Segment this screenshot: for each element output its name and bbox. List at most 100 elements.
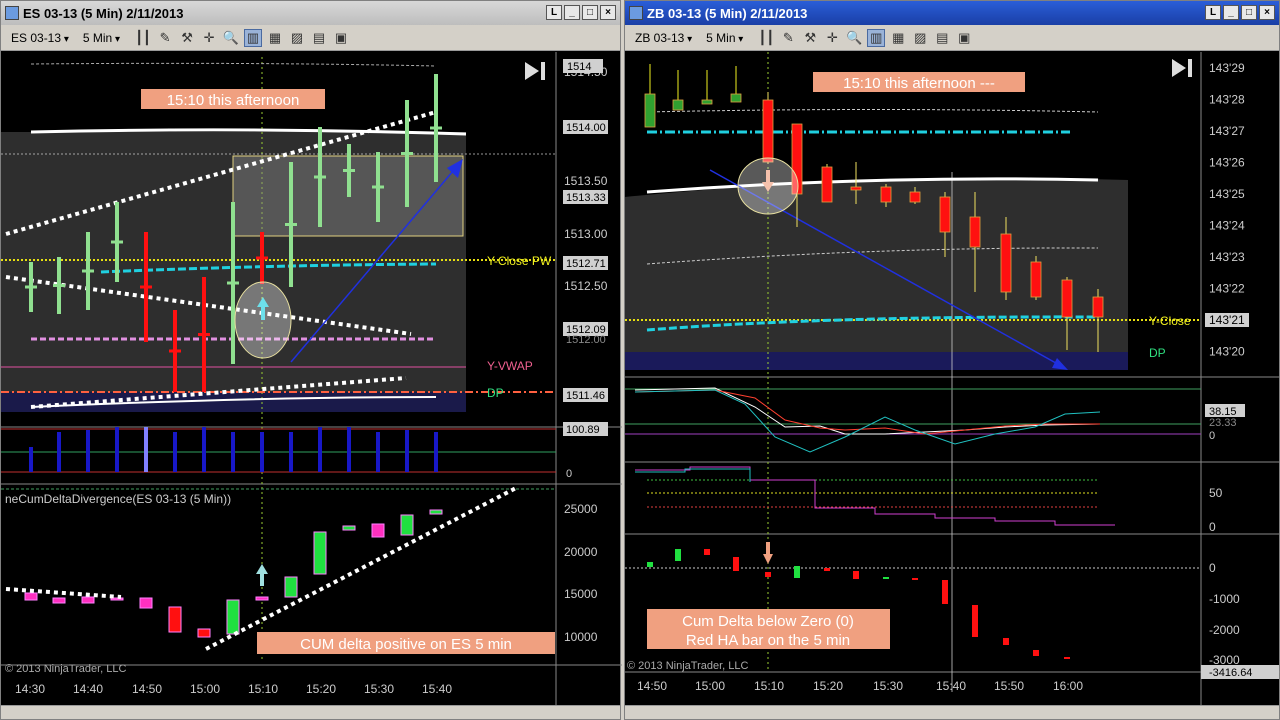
svg-text:1513.50: 1513.50 — [564, 174, 608, 188]
data-box-icon[interactable]: ▣ — [955, 29, 973, 47]
candle — [1030, 256, 1042, 300]
zb-chart-window[interactable]: ZB 03-13 (5 Min) 2/11/2013 L _ □ × ZB 03… — [624, 0, 1280, 720]
data-box-icon[interactable]: ▣ — [332, 29, 350, 47]
pencil-icon[interactable]: ✎ — [156, 29, 174, 47]
area-chart-icon[interactable]: ▨ — [288, 29, 306, 47]
minimize-button[interactable]: L — [1205, 5, 1221, 20]
zoom-icon[interactable]: 🔍 — [845, 29, 863, 47]
cum-delta-bar — [139, 597, 153, 609]
value-area-band — [625, 178, 1128, 352]
yclose-label: Y-Close — [1149, 314, 1191, 328]
volume-bar — [115, 427, 119, 472]
restore-button[interactable]: _ — [564, 5, 580, 20]
bar-type-icon[interactable]: ┃┃ — [134, 29, 152, 47]
copyright: © 2013 NinjaTrader, LLC — [5, 663, 126, 675]
cum-delta-bar — [647, 562, 653, 567]
play-end-icon[interactable] — [525, 62, 539, 80]
volume-bar — [202, 427, 206, 472]
svg-text:1512.00: 1512.00 — [566, 334, 606, 346]
close-button[interactable]: × — [1259, 5, 1275, 20]
time-axis[interactable]: 14:50 15:00 15:10 15:20 15:30 15:40 15:5… — [637, 679, 1083, 693]
annotation-bottom: CUM delta positive on ES 5 min — [300, 636, 512, 653]
scrollbar[interactable] — [625, 705, 1279, 719]
cum-delta-bar — [883, 577, 889, 579]
time-axis[interactable]: 14:30 14:40 14:50 15:00 15:10 15:20 15:3… — [15, 682, 452, 696]
crosshair-icon[interactable]: ✛ — [823, 29, 841, 47]
annotation-bottom-line2: Red HA bar on the 5 min — [686, 632, 850, 649]
volume-bar — [86, 430, 90, 472]
svg-text:0: 0 — [1209, 520, 1216, 534]
maximize-button[interactable]: □ — [1241, 5, 1257, 20]
tool-icon[interactable]: ⚒ — [801, 29, 819, 47]
svg-text:1514.00: 1514.00 — [566, 122, 606, 134]
instrument-select[interactable]: ES 03-13 — [11, 31, 69, 45]
price-axis[interactable]: 1514.50 1514 1514.00 1513.50 1513.33 151… — [563, 59, 608, 402]
price-label: 143'22 — [1209, 282, 1245, 296]
svg-text:14:50: 14:50 — [132, 682, 162, 696]
cum-delta-bar — [168, 606, 182, 633]
properties-icon[interactable]: ▤ — [310, 29, 328, 47]
svg-text:15:10: 15:10 — [754, 679, 784, 693]
svg-text:14:30: 14:30 — [15, 682, 45, 696]
annotation-bottom-line1: Cum Delta below Zero (0) — [682, 613, 854, 630]
cum-delta-bar — [1064, 657, 1070, 659]
svg-text:15:10: 15:10 — [248, 682, 278, 696]
play-end-icon[interactable] — [1172, 59, 1186, 77]
indicator-title: neCumDeltaDivergence(ES 03-13 (5 Min)) — [5, 492, 231, 506]
minimize-button[interactable]: L — [546, 5, 562, 20]
svg-text:15:30: 15:30 — [873, 679, 903, 693]
chart-app-icon — [5, 6, 19, 20]
cum-delta-bar — [972, 605, 978, 637]
instrument-select[interactable]: ZB 03-13 — [635, 31, 692, 45]
candle-icon[interactable]: ▦ — [266, 29, 284, 47]
svg-text:1512.50: 1512.50 — [564, 279, 608, 293]
price-axis[interactable]: 143'29 143'28 143'27 143'26 143'25 143'24 143'… — [1205, 61, 1249, 359]
interval-select[interactable]: 5 Min — [706, 31, 743, 45]
yvwap-label: Y-VWAP — [487, 359, 533, 373]
cum-delta-bar — [400, 514, 414, 536]
svg-text:15:50: 15:50 — [994, 679, 1024, 693]
pencil-icon[interactable]: ✎ — [779, 29, 797, 47]
bar-type-icon[interactable]: ┃┃ — [757, 29, 775, 47]
dp-label: DP — [1149, 346, 1166, 360]
tool-icon[interactable]: ⚒ — [178, 29, 196, 47]
chart-style-icon[interactable]: ▥ — [867, 28, 886, 47]
cum-delta-bar — [853, 571, 859, 579]
cum-delta-bar — [794, 566, 800, 578]
svg-text:15:40: 15:40 — [936, 679, 966, 693]
chart-style-icon[interactable]: ▥ — [244, 28, 263, 47]
title-bar[interactable]: ZB 03-13 (5 Min) 2/11/2013 L _ □ × — [625, 1, 1279, 25]
svg-text:25000: 25000 — [564, 502, 598, 516]
svg-text:1513.00: 1513.00 — [564, 227, 608, 241]
cum-delta-bar — [342, 525, 356, 531]
svg-text:14:40: 14:40 — [73, 682, 103, 696]
svg-text:15:20: 15:20 — [813, 679, 843, 693]
maximize-button[interactable]: □ — [582, 5, 598, 20]
scrollbar[interactable] — [1, 705, 620, 719]
price-label: 143'28 — [1209, 93, 1245, 107]
area-chart-icon[interactable]: ▨ — [911, 29, 929, 47]
svg-text:1513.33: 1513.33 — [566, 192, 606, 204]
restore-button[interactable]: _ — [1223, 5, 1239, 20]
svg-text:15:30: 15:30 — [364, 682, 394, 696]
volume-bar — [347, 427, 351, 472]
es-price-chart[interactable]: 15:10 this afternoon Y-Close PW Y-VWAP D… — [1, 52, 622, 707]
crosshair-icon[interactable]: ✛ — [200, 29, 218, 47]
zb-price-chart[interactable]: 15:10 this afternoon --- Y-Close DP 143'… — [625, 52, 1280, 707]
volume-bar — [376, 432, 380, 472]
candle — [644, 64, 656, 128]
zoom-icon[interactable]: 🔍 — [222, 29, 240, 47]
cum-delta-bar — [226, 599, 240, 635]
copyright: © 2013 NinjaTrader, LLC — [627, 660, 748, 672]
svg-text:15:40: 15:40 — [422, 682, 452, 696]
price-label: 143'25 — [1209, 187, 1245, 201]
close-button[interactable]: × — [600, 5, 616, 20]
candle-icon[interactable]: ▦ — [889, 29, 907, 47]
es-chart-window[interactable]: ES 03-13 (5 Min) 2/11/2013 L _ □ × ES 03… — [0, 0, 622, 720]
properties-icon[interactable]: ▤ — [933, 29, 951, 47]
candle — [672, 70, 684, 111]
cum-delta-bar — [284, 576, 298, 598]
title-bar[interactable]: ES 03-13 (5 Min) 2/11/2013 L _ □ × — [1, 1, 620, 25]
volume-bar — [260, 432, 264, 472]
interval-select[interactable]: 5 Min — [83, 31, 120, 45]
